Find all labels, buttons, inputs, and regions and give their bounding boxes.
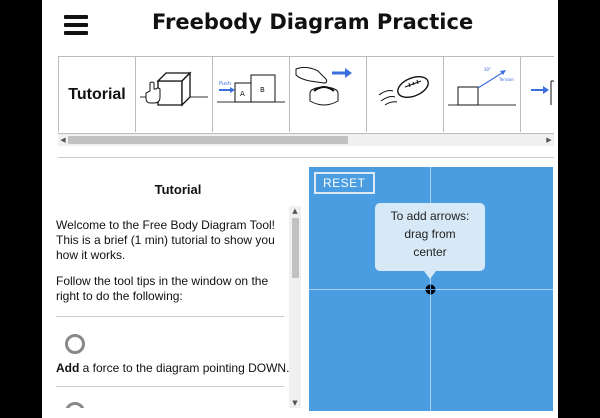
block-b-label: B (260, 86, 265, 94)
partial-arrow-icon (531, 80, 554, 105)
horizontal-scrollbar[interactable]: ◀ ▶ (58, 134, 554, 146)
vertical-scroll-thumb[interactable] (292, 218, 299, 278)
step-status-circle-icon (65, 334, 85, 354)
divider (58, 157, 554, 158)
hamburger-menu-icon[interactable] (64, 13, 90, 35)
push-label: Push (219, 81, 231, 87)
tutorial-panel: Tutorial Welcome to the Free Body Diagra… (56, 168, 300, 408)
horizontal-scroll-thumb[interactable] (68, 136, 348, 144)
tutorial-thumb-label: Tutorial (68, 85, 126, 103)
tension-label: Tension (498, 77, 514, 82)
app-window: Freebody Diagram Practice Tutorial Push (42, 0, 558, 418)
push-blocks-icon: Push A B (217, 74, 285, 103)
step-divider (56, 386, 284, 387)
tooltip: To add arrows: drag from center (375, 203, 485, 279)
tutorial-instructions: Follow the tool tips in the window on th… (56, 274, 269, 303)
scroll-left-icon[interactable]: ◀ (58, 134, 68, 146)
partial-thumb[interactable] (521, 57, 554, 132)
step-divider (56, 316, 284, 317)
cube-hand-icon (140, 71, 208, 107)
tooltip-line: center (413, 245, 447, 259)
problem-strip: Tutorial Push A B 30° Tension ◀ ▶ (58, 56, 554, 148)
tooltip-line: drag from (404, 227, 456, 241)
center-handle-icon[interactable] (425, 284, 436, 295)
tutorial-title: Tutorial (154, 182, 202, 197)
page-title: Freebody Diagram Practice (152, 10, 474, 34)
ramp-tension-thumb[interactable]: 30° Tension (444, 57, 521, 132)
reset-button[interactable]: RESET (314, 172, 375, 194)
tutorial-intro: Welcome to the Free Body Diagram Tool! T… (56, 218, 275, 262)
tutorial-thumb[interactable]: Tutorial (58, 57, 136, 132)
ramp-tension-icon: 30° Tension (448, 67, 516, 106)
cube-hand-thumb[interactable] (136, 57, 213, 132)
scroll-right-icon[interactable]: ▶ (544, 134, 554, 146)
step-bold: Add (56, 361, 80, 375)
step-status-circle-icon (65, 402, 85, 408)
scroll-down-icon[interactable]: ▼ (289, 398, 301, 408)
step-rest: a force to the diagram pointing DOWN. (79, 361, 290, 375)
hand-push-curling-icon (295, 66, 352, 106)
push-blocks-thumb[interactable]: Push A B (213, 57, 290, 132)
football-thumb[interactable] (367, 57, 444, 132)
step-text: Add a force to the diagram pointing DOWN… (56, 361, 296, 376)
diagram-canvas[interactable]: RESET To add arrows: drag from center (309, 167, 553, 411)
curling-thumb[interactable] (290, 57, 367, 132)
football-icon (378, 76, 429, 106)
angle-label: 30° (484, 67, 491, 72)
vertical-scrollbar[interactable]: ▲ ▼ (289, 206, 301, 408)
scroll-up-icon[interactable]: ▲ (289, 206, 301, 216)
block-a-label: A (240, 90, 245, 98)
tooltip-line: To add arrows: (390, 209, 470, 223)
